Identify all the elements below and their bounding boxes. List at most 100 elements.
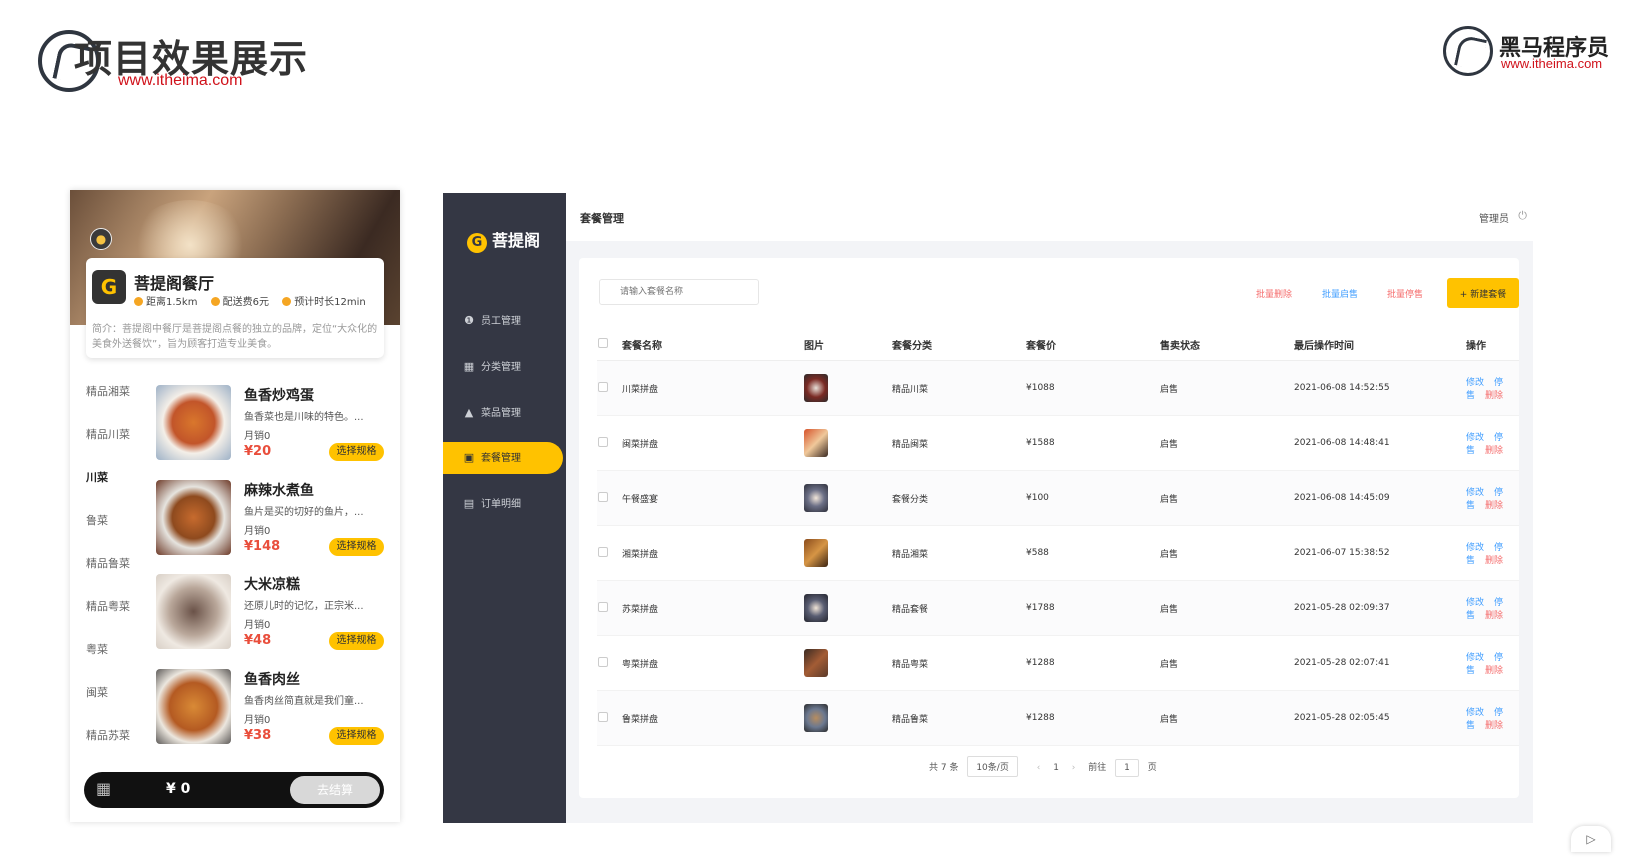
setmeal-name: 粤菜拼盘 bbox=[621, 635, 803, 691]
setmeal-panel: ○ 批量删除 批量启售 批量停售 + 新建套餐 套餐名称 图片 套餐分类 套餐价… bbox=[579, 258, 1519, 798]
edit-link[interactable]: 修改 bbox=[1466, 598, 1484, 608]
row-checkbox[interactable] bbox=[598, 436, 608, 447]
mobile-app-mock: ● G 菩提阁餐厅 距离1.5km 配送费6元 预计时长12min 简介：菩提阁… bbox=[70, 190, 400, 822]
next-page-button[interactable]: › bbox=[1072, 763, 1076, 773]
dish-desc: 鱼香肉丝简直就是我们童... bbox=[244, 696, 364, 707]
category-item[interactable]: 精品川菜 bbox=[70, 413, 144, 456]
setmeal-table: 套餐名称 图片 套餐分类 套餐价 售卖状态 最后操作时间 操作 川菜拼盘 精品川… bbox=[597, 328, 1519, 746]
edit-link[interactable]: 修改 bbox=[1466, 433, 1484, 443]
delete-link[interactable]: 删除 bbox=[1485, 666, 1503, 676]
sidebar-item-dishes[interactable]: ▲ 菜品管理 bbox=[443, 397, 563, 429]
category-item[interactable]: 闽菜 bbox=[70, 671, 144, 714]
row-checkbox[interactable] bbox=[598, 546, 608, 557]
bulk-delete-button[interactable]: 批量删除 bbox=[1256, 287, 1292, 300]
sidebar-item-categories[interactable]: ▦ 分类管理 bbox=[443, 351, 563, 383]
admin-console-mock: G 菩提阁 ❶ 员工管理 ▦ 分类管理 ▲ 菜品管理 ▣ 套餐管理 ▤ 订单明细 套餐管理 … bbox=[443, 193, 1533, 823]
table-row: 川菜拼盘 精品川菜 ¥1088 启售 2021-06-08 14:52:55 修… bbox=[597, 360, 1519, 416]
dish-sales: 月销0 bbox=[244, 620, 271, 631]
edit-link[interactable]: 修改 bbox=[1466, 378, 1484, 388]
dish-name: 鱼香肉丝 bbox=[244, 672, 300, 688]
dish-card[interactable]: 麻辣水煮鱼 鱼片是买的切好的鱼片，... 月销0 ¥148 选择规格 bbox=[156, 475, 396, 565]
setmeal-updated-time: 2021-06-08 14:45:09 bbox=[1293, 470, 1465, 526]
bulk-enable-button[interactable]: 批量启售 bbox=[1322, 287, 1358, 300]
checkout-button[interactable]: 去结算 bbox=[290, 776, 380, 804]
row-checkbox[interactable] bbox=[598, 601, 608, 612]
table-row: 午餐盛宴 套餐分类 ¥100 启售 2021-06-08 14:45:09 修改… bbox=[597, 470, 1519, 526]
delete-link[interactable]: 删除 bbox=[1485, 611, 1503, 621]
select-spec-button[interactable]: 选择规格 bbox=[329, 443, 384, 461]
dish-desc: 还原儿时的记忆，正宗米... bbox=[244, 601, 364, 612]
logout-icon[interactable]: ⏻ bbox=[1518, 209, 1527, 223]
delete-link[interactable]: 删除 bbox=[1485, 446, 1503, 456]
setmeal-price: ¥1088 bbox=[1025, 360, 1159, 416]
sidebar-item-setmeals[interactable]: ▣ 套餐管理 bbox=[443, 442, 563, 474]
delete-link[interactable]: 删除 bbox=[1485, 391, 1503, 401]
edit-link[interactable]: 修改 bbox=[1466, 488, 1484, 498]
current-page[interactable]: 1 bbox=[1053, 763, 1059, 773]
select-spec-button[interactable]: 选择规格 bbox=[329, 538, 384, 556]
logo-icon: G bbox=[467, 233, 487, 253]
goto-page-input[interactable]: 1 bbox=[1115, 759, 1139, 777]
page-title: 套餐管理 bbox=[580, 212, 624, 225]
select-spec-button[interactable]: 选择规格 bbox=[329, 727, 384, 745]
category-item[interactable]: 精品湘菜 bbox=[70, 370, 144, 413]
edit-link[interactable]: 修改 bbox=[1466, 708, 1484, 718]
dish-card[interactable]: 鱼香肉丝 鱼香肉丝简直就是我们童... 月销0 ¥38 选择规格 bbox=[156, 664, 396, 754]
category-item[interactable]: 粤菜 bbox=[70, 628, 144, 671]
category-item[interactable]: 鲁菜 bbox=[70, 499, 144, 542]
bulk-disable-button[interactable]: 批量停售 bbox=[1387, 287, 1423, 300]
row-checkbox[interactable] bbox=[598, 656, 608, 667]
dish-desc: 鱼片是买的切好的鱼片，... bbox=[244, 507, 364, 518]
table-row: 鲁菜拼盘 精品鲁菜 ¥1288 启售 2021-05-28 02:05:45 修… bbox=[597, 690, 1519, 746]
setmeal-name: 午餐盛宴 bbox=[621, 470, 803, 526]
sidebar-item-orders[interactable]: ▤ 订单明细 bbox=[443, 488, 563, 520]
row-checkbox[interactable] bbox=[598, 711, 608, 722]
sidebar-item-employees[interactable]: ❶ 员工管理 bbox=[443, 305, 563, 337]
category-item[interactable]: 精品苏菜 bbox=[70, 714, 144, 757]
page-size-select[interactable]: 10条/页 bbox=[967, 756, 1018, 777]
setmeal-updated-time: 2021-05-28 02:05:45 bbox=[1293, 690, 1465, 746]
edit-link[interactable]: 修改 bbox=[1466, 543, 1484, 553]
setmeal-image bbox=[804, 704, 828, 732]
edit-link[interactable]: 修改 bbox=[1466, 653, 1484, 663]
play-icon[interactable]: ▷ bbox=[1571, 826, 1611, 852]
setmeal-image bbox=[804, 594, 828, 622]
delete-link[interactable]: 删除 bbox=[1485, 556, 1503, 566]
delete-link[interactable]: 删除 bbox=[1485, 501, 1503, 511]
delete-link[interactable]: 删除 bbox=[1485, 721, 1503, 731]
category-list: 精品湘菜 精品川菜 川菜 鲁菜 精品鲁菜 精品粤菜 粤菜 闽菜 精品苏菜 bbox=[70, 370, 144, 770]
category-item-active[interactable]: 川菜 bbox=[70, 456, 144, 499]
dish-card[interactable]: 大米凉糕 还原儿时的记忆，正宗米... 月销0 ¥48 选择规格 bbox=[156, 569, 396, 659]
select-spec-button[interactable]: 选择规格 bbox=[329, 632, 384, 650]
setmeal-category: 精品套餐 bbox=[891, 580, 1025, 636]
dish-card[interactable]: 鱼香炒鸡蛋 鱼香菜也是川味的特色。... 月销0 ¥20 选择规格 bbox=[156, 380, 396, 470]
grid-icon: ▦ bbox=[463, 360, 475, 373]
prev-page-button[interactable]: ‹ bbox=[1037, 763, 1041, 773]
row-checkbox[interactable] bbox=[598, 381, 608, 392]
dish-sales: 月销0 bbox=[244, 715, 271, 726]
setmeal-name: 闽菜拼盘 bbox=[621, 415, 803, 471]
shop-logo-icon: G bbox=[92, 270, 126, 304]
dish-price: ¥48 bbox=[244, 633, 272, 648]
setmeal-category: 精品湘菜 bbox=[891, 525, 1025, 581]
setmeal-updated-time: 2021-05-28 02:07:41 bbox=[1293, 635, 1465, 691]
topbar: 套餐管理 管理员 ⏻ bbox=[566, 193, 1533, 241]
row-checkbox[interactable] bbox=[598, 491, 608, 502]
new-setmeal-button[interactable]: + 新建套餐 bbox=[1447, 278, 1519, 308]
admin-user-name[interactable]: 管理员 bbox=[1479, 210, 1509, 225]
cart-bar[interactable]: ▦ ¥ 0 去结算 bbox=[84, 772, 384, 808]
dish-list: 鱼香炒鸡蛋 鱼香菜也是川味的特色。... 月销0 ¥20 选择规格 麻辣水煮鱼 … bbox=[144, 370, 400, 770]
category-item[interactable]: 精品粤菜 bbox=[70, 585, 144, 628]
dish-image bbox=[156, 480, 231, 555]
setmeal-updated-time: 2021-06-07 15:38:52 bbox=[1293, 525, 1465, 581]
setmeal-name: 苏菜拼盘 bbox=[621, 580, 803, 636]
dish-name: 麻辣水煮鱼 bbox=[244, 483, 314, 499]
dish-image bbox=[156, 669, 231, 744]
user-icon[interactable]: ● bbox=[90, 228, 112, 250]
search-input[interactable] bbox=[599, 279, 759, 305]
select-all-checkbox[interactable] bbox=[598, 337, 608, 348]
sidebar-item-label: 分类管理 bbox=[481, 362, 521, 373]
cart-icon[interactable]: ▦ bbox=[96, 778, 118, 800]
category-item[interactable]: 精品鲁菜 bbox=[70, 542, 144, 585]
setmeal-price: ¥1788 bbox=[1025, 580, 1159, 636]
